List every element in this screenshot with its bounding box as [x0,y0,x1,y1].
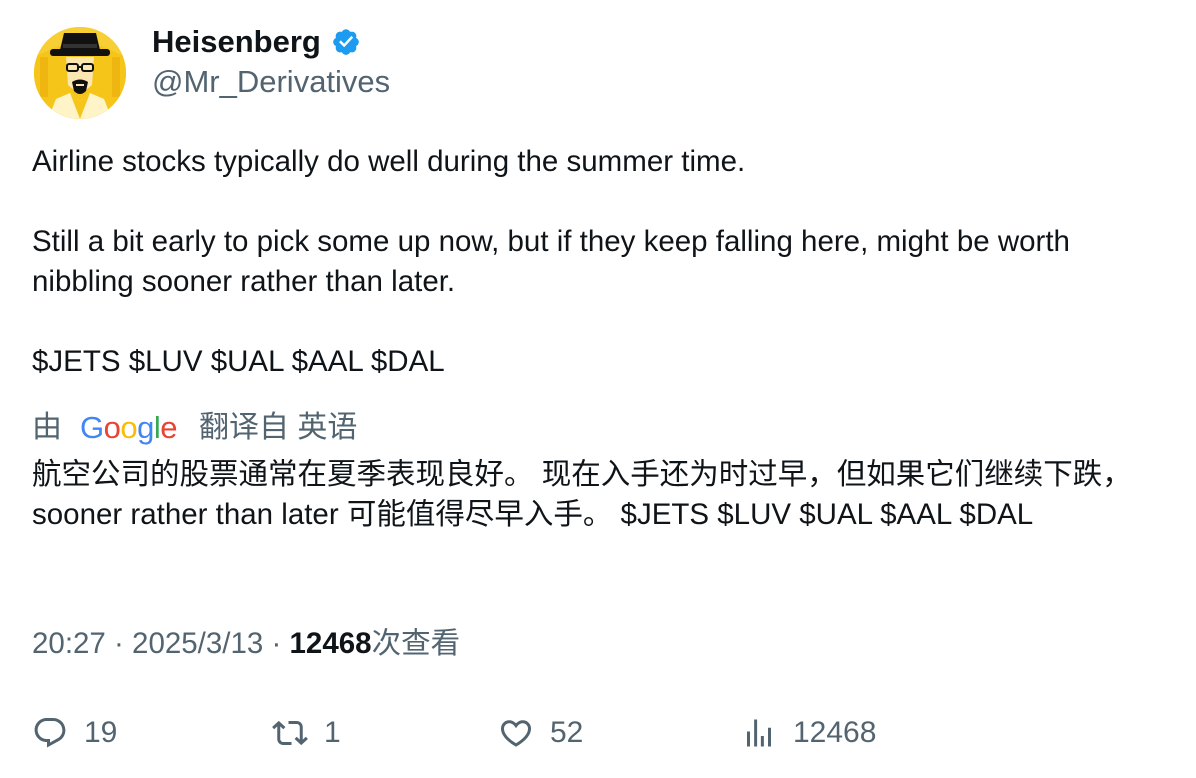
tweet-date[interactable]: 2025/3/13 [132,627,263,660]
views-label: 次查看 [371,627,461,660]
tweet-text: Airline stocks typically do well during … [32,145,1070,378]
tweet-meta: 20:27 · 2025/3/13 · 12468次查看 [32,624,460,664]
reply-button[interactable]: 19 [32,710,117,756]
author-name-row: Heisenberg [152,23,361,61]
retweet-button[interactable]: 1 [272,710,341,756]
reply-count: 19 [84,716,118,749]
translation-label[interactable]: 翻译自 英语 [199,408,357,448]
display-name[interactable]: Heisenberg [152,23,321,61]
views-count: 12468 [289,627,372,660]
retweet-count: 1 [324,716,341,749]
action-bar: 19 1 52 12468 [32,710,1172,756]
google-logo: Google [80,410,178,445]
views-button[interactable]: 12468 [741,710,876,756]
meta-separator: · [105,627,133,660]
heart-icon [500,720,532,747]
translation-prefix: 由 [32,411,62,444]
reply-icon [34,718,66,748]
views-action-count: 12468 [793,716,877,749]
tweet-time[interactable]: 20:27 [32,627,106,660]
retweet-icon [272,720,308,746]
like-button[interactable]: 52 [498,710,583,756]
author-handle[interactable]: @Mr_Derivatives [152,63,390,101]
like-count: 52 [550,716,584,749]
avatar[interactable] [34,27,126,119]
translation-attribution: 由 Google 翻译自 英语 [32,408,357,448]
heisenberg-avatar-icon [34,27,126,119]
verified-badge-icon[interactable] [331,27,361,57]
translated-text: 航空公司的股票通常在夏季表现良好。 现在入手还为时过早，但如果它们继续下跌， s… [32,458,1140,531]
analytics-icon [747,719,771,747]
meta-separator: · [263,627,290,660]
